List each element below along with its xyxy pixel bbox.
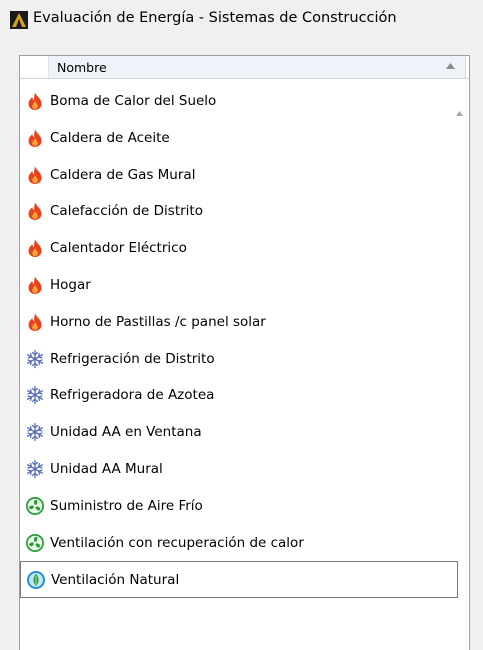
list-item[interactable]: Calefacción de Distrito [20,193,458,230]
systems-list-panel[interactable]: Nombre Boma de Calor del Suelo Caldera de… [19,55,470,650]
list-item-label: Hogar [50,276,91,293]
natural-ventilation-icon [26,570,46,590]
list-item-label: Calefacción de Distrito [50,203,203,220]
flame-icon [25,165,45,185]
flame-icon [25,312,45,332]
column-header-label: Nombre [57,60,107,75]
list-item[interactable]: Ventilación con recuperación de calor [20,525,458,562]
flame-icon [25,238,45,258]
snowflake-icon [25,385,45,405]
list-item[interactable]: Refrigeradora de Azotea [20,377,458,414]
window-title: Evaluación de Energía - Sistemas de Cons… [33,10,397,26]
app-logo-icon [10,11,28,29]
list-item-label: Boma de Calor del Suelo [50,93,217,109]
list-item-label: Caldera de Aceite [50,129,170,146]
systems-list: Boma de Calor del Suelo Caldera de Aceite… [20,83,469,599]
snowflake-icon [25,422,45,442]
flame-icon [25,201,45,221]
list-item-label: Caldera de Gas Mural [50,166,196,183]
list-item[interactable]: Caldera de Aceite [20,120,458,157]
list-item[interactable]: Calentador Eléctrico [20,230,458,267]
flame-icon [25,128,45,148]
fan-icon [25,496,45,516]
snowflake-icon [25,459,45,479]
list-item-label: Suministro de Aire Frío [50,497,203,514]
list-item[interactable]: Suministro de Aire Frío [20,488,458,525]
list-item-label: Refrigeradora de Azotea [50,387,215,404]
list-item[interactable]: Unidad AA en Ventana [20,414,458,451]
list-item[interactable]: Boma de Calor del Suelo [20,83,458,120]
list-item-label: Horno de Pastillas /c panel solar [50,313,266,330]
list-item[interactable]: Ventilación Natural [20,561,458,599]
snowflake-icon [25,349,45,369]
list-item[interactable]: Hogar [20,267,458,304]
list-item-label: Calentador Eléctrico [50,240,187,257]
title-bar: Evaluación de Energía - Sistemas de Cons… [0,0,483,42]
sort-ascending-icon[interactable] [446,63,455,69]
list-item-label: Ventilación con recuperación de calor [50,534,304,551]
list-item-label: Unidad AA Mural [50,460,163,477]
list-header: Nombre [20,56,469,79]
column-header-nombre[interactable]: Nombre [49,56,466,78]
list-item[interactable]: Unidad AA Mural [20,451,458,488]
list-item[interactable]: Horno de Pastillas /c panel solar [20,304,458,341]
header-spacer [20,56,49,78]
fan-icon [25,533,45,553]
list-item-label: Refrigeración de Distrito [50,350,215,367]
list-item[interactable]: Caldera de Gas Mural [20,157,458,194]
list-item-label: Ventilación Natural [51,572,180,589]
list-item[interactable]: Refrigeración de Distrito [20,341,458,378]
flame-icon [25,275,45,295]
list-item-label: Unidad AA en Ventana [50,424,202,441]
flame-icon [25,91,45,111]
